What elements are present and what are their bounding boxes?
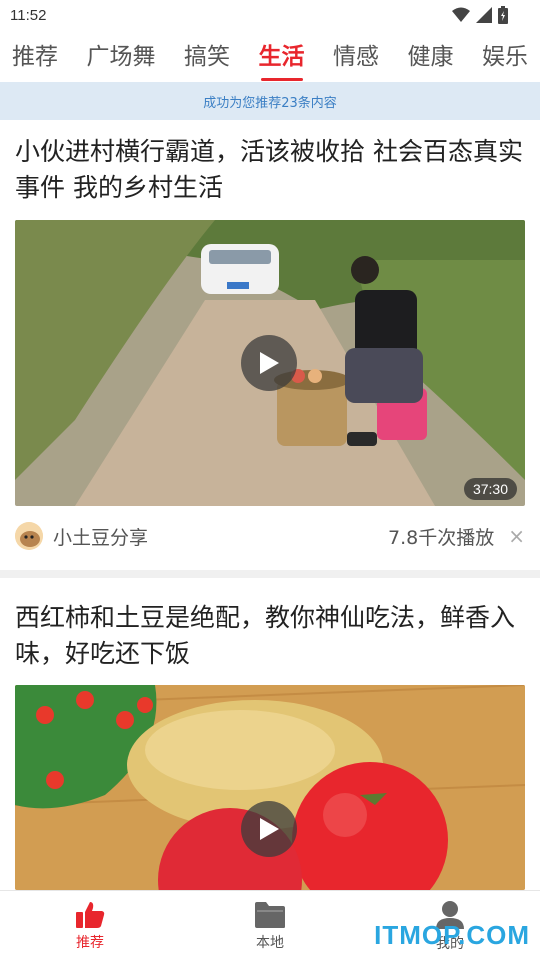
tab-recommend[interactable]: 推荐 [12,37,58,77]
avatar-image [15,522,43,550]
nav-local[interactable]: 本地 [180,891,360,961]
dismiss-button[interactable]: × [508,524,525,548]
card-divider [0,570,540,578]
video-meta: 小土豆分享 7.8千次播放 × [15,516,525,556]
play-button[interactable] [241,801,297,857]
play-button[interactable] [241,335,297,391]
tab-square-dance[interactable]: 广场舞 [87,37,156,77]
nav-recommend[interactable]: 推荐 [0,891,180,961]
thumbnail-image [15,685,525,890]
feed-card[interactable]: 西红柿和土豆是绝配，教你神仙吃法，鲜香入味，好吃还下饭 [0,600,540,672]
status-icons [452,6,508,24]
tab-health[interactable]: 健康 [408,37,454,77]
tab-entertainment[interactable]: 娱乐 [482,37,528,77]
play-count: 7.8千次播放 [388,526,495,549]
site-watermark: ITMOP.COM [374,920,530,950]
play-icon [260,352,279,374]
status-bar: 11:52 [0,0,540,32]
thumbs-up-icon [76,901,105,928]
play-icon [260,818,279,840]
tab-life[interactable]: 生活 [259,37,305,81]
folder-icon [255,901,285,928]
video-duration: 37:30 [463,478,517,500]
signal-icon [476,7,492,23]
nav-label: 本地 [256,934,284,951]
video-title[interactable]: 小伙进村横行霸道，活该被收拾 社会百态真实事件 我的乡村生活 [15,134,525,206]
author-name[interactable]: 小土豆分享 [53,523,148,550]
recommend-notice: 成功为您推荐23条内容 [0,82,540,120]
battery-icon [498,6,508,24]
feed-card[interactable]: 小伙进村横行霸道，活该被收拾 社会百态真实事件 我的乡村生活 [0,134,540,206]
nav-label: 推荐 [76,934,104,951]
tab-emotion[interactable]: 情感 [333,37,379,77]
author-avatar[interactable] [15,522,43,550]
video-thumbnail[interactable] [15,685,525,890]
wifi-icon [452,7,470,22]
category-tabs: 推荐 广场舞 搞笑 生活 情感 健康 娱乐 [0,32,540,82]
status-time: 11:52 [10,7,47,24]
video-title[interactable]: 西红柿和土豆是绝配，教你神仙吃法，鲜香入味，好吃还下饭 [15,600,525,672]
video-thumbnail[interactable]: 37:30 [15,220,525,506]
tab-funny[interactable]: 搞笑 [184,37,230,77]
